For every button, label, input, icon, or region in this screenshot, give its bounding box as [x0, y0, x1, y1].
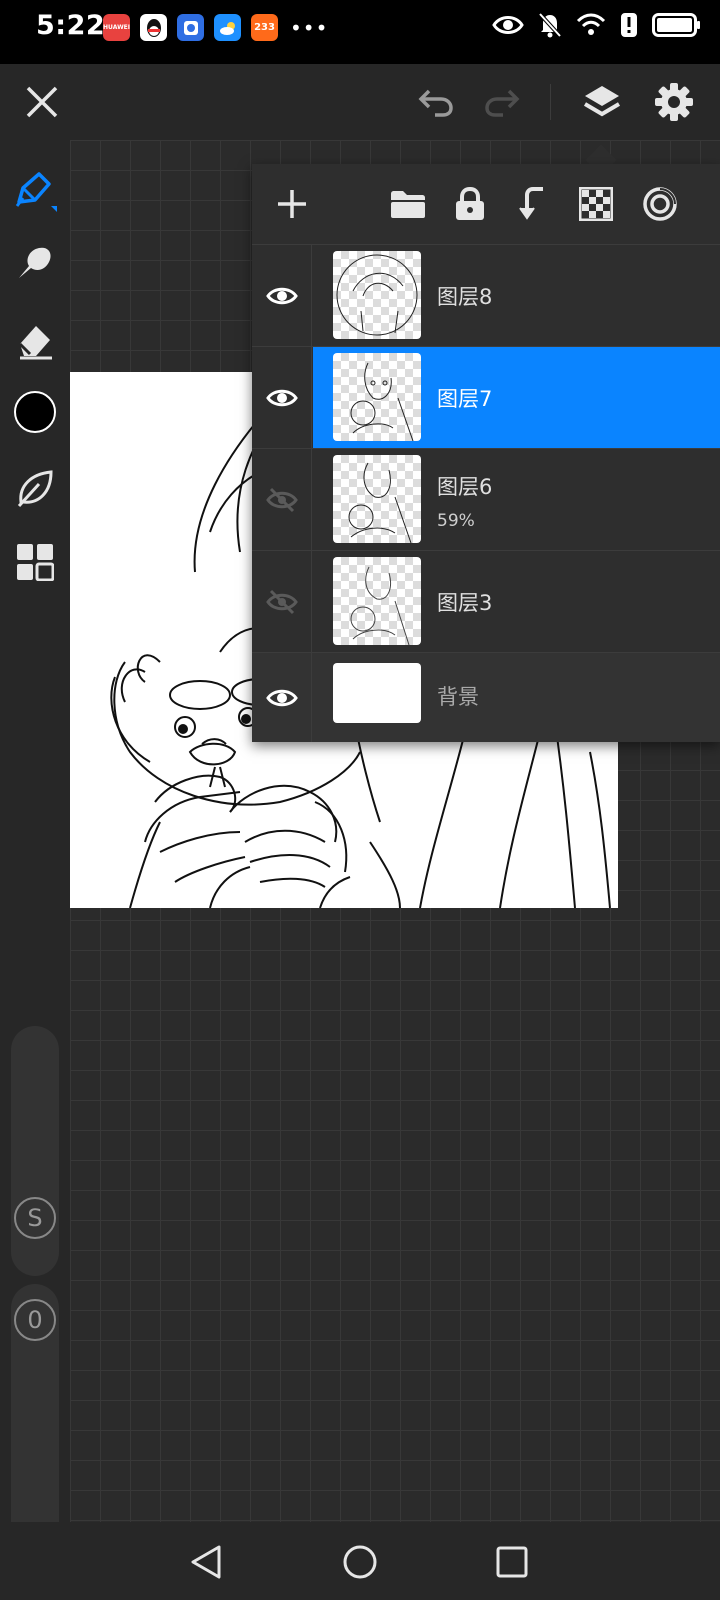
layer-name: 图层7	[437, 387, 493, 411]
layer-body[interactable]: 图层8	[313, 245, 720, 346]
qq-icon	[140, 14, 167, 41]
system-nav-bar	[0, 1522, 720, 1600]
leaf-icon[interactable]	[13, 466, 57, 510]
lock-icon[interactable]	[448, 182, 492, 226]
system-icons	[492, 12, 702, 38]
eye-icon	[265, 689, 298, 706]
layer-thumbnail	[333, 663, 421, 723]
layer-body[interactable]: 图层3	[313, 551, 720, 652]
layers-toolbar	[252, 164, 720, 244]
visibility-toggle[interactable]	[252, 347, 312, 448]
layer-name: 背景	[437, 685, 479, 709]
clock: 5:22	[36, 10, 106, 41]
app-toolbar	[0, 64, 720, 140]
notification-icons: HUAWEI 233 •••	[103, 14, 328, 41]
layer-body[interactable]: 图层7	[313, 347, 720, 448]
visibility-toggle[interactable]	[252, 551, 312, 652]
battery-icon	[652, 13, 700, 37]
layer-name: 图层8	[437, 285, 493, 309]
layers-icon[interactable]	[580, 80, 624, 124]
layers-panel: 图层8 图层7 图层6 59% 图层3 背景	[252, 164, 720, 742]
mute-icon	[538, 12, 562, 38]
more-notifications: •••	[290, 15, 329, 40]
color-swatch[interactable]	[13, 390, 57, 434]
merge-down-icon[interactable]	[512, 182, 556, 226]
active-color	[14, 391, 56, 433]
home-icon[interactable]	[338, 1540, 382, 1584]
app-233-icon: 233	[251, 14, 278, 41]
opacity-indicator: 0	[14, 1299, 56, 1341]
weather-icon	[214, 14, 241, 41]
layer-name: 图层6	[437, 475, 493, 499]
brush-icon[interactable]	[13, 168, 57, 212]
gallery-icon[interactable]	[13, 540, 57, 584]
redo-icon[interactable]	[480, 80, 524, 124]
layer-row-background[interactable]: 背景	[252, 652, 720, 742]
layer-thumbnail	[333, 557, 421, 645]
eye-hidden-icon	[265, 589, 298, 614]
undo-icon[interactable]	[414, 80, 458, 124]
eye-comfort-icon	[492, 16, 524, 34]
layer-opacity: 59%	[437, 511, 475, 531]
eraser-icon[interactable]	[13, 318, 57, 362]
back-icon[interactable]	[184, 1540, 228, 1584]
status-bar: 5:22 HUAWEI 233 •••	[0, 0, 720, 64]
layer-thumbnail	[333, 251, 421, 339]
toolbar-divider	[550, 84, 551, 120]
size-indicator: S	[14, 1197, 56, 1239]
layer-thumbnail	[333, 455, 421, 543]
eye-icon	[265, 389, 298, 406]
visibility-toggle[interactable]	[252, 449, 312, 550]
settings-icon[interactable]	[652, 80, 696, 124]
recents-icon[interactable]	[490, 1540, 534, 1584]
layer-name: 图层3	[437, 591, 493, 615]
add-layer-icon[interactable]	[270, 182, 314, 226]
layer-body[interactable]: 背景	[313, 653, 720, 742]
smudge-icon[interactable]	[13, 240, 57, 284]
left-toolbar: S 0	[0, 140, 70, 1568]
wifi-icon	[576, 13, 606, 35]
close-icon[interactable]	[20, 80, 64, 124]
layer-row[interactable]: 图层6 59%	[252, 448, 720, 550]
huawei-store-icon: HUAWEI	[103, 14, 130, 41]
transparency-icon[interactable]	[574, 182, 618, 226]
layer-row[interactable]: 图层8	[252, 244, 720, 346]
visibility-toggle[interactable]	[252, 653, 312, 742]
folder-icon[interactable]	[386, 182, 430, 226]
blend-icon[interactable]	[638, 182, 682, 226]
layer-row[interactable]: 图层7	[252, 346, 720, 448]
layer-thumbnail	[333, 353, 421, 441]
layer-row[interactable]: 图层3	[252, 550, 720, 652]
eye-hidden-icon	[265, 487, 298, 512]
eye-icon	[265, 287, 298, 304]
visibility-toggle[interactable]	[252, 245, 312, 346]
layer-body[interactable]: 图层6 59%	[313, 449, 720, 550]
mobile-manager-icon	[177, 14, 204, 41]
alert-icon	[621, 13, 637, 37]
